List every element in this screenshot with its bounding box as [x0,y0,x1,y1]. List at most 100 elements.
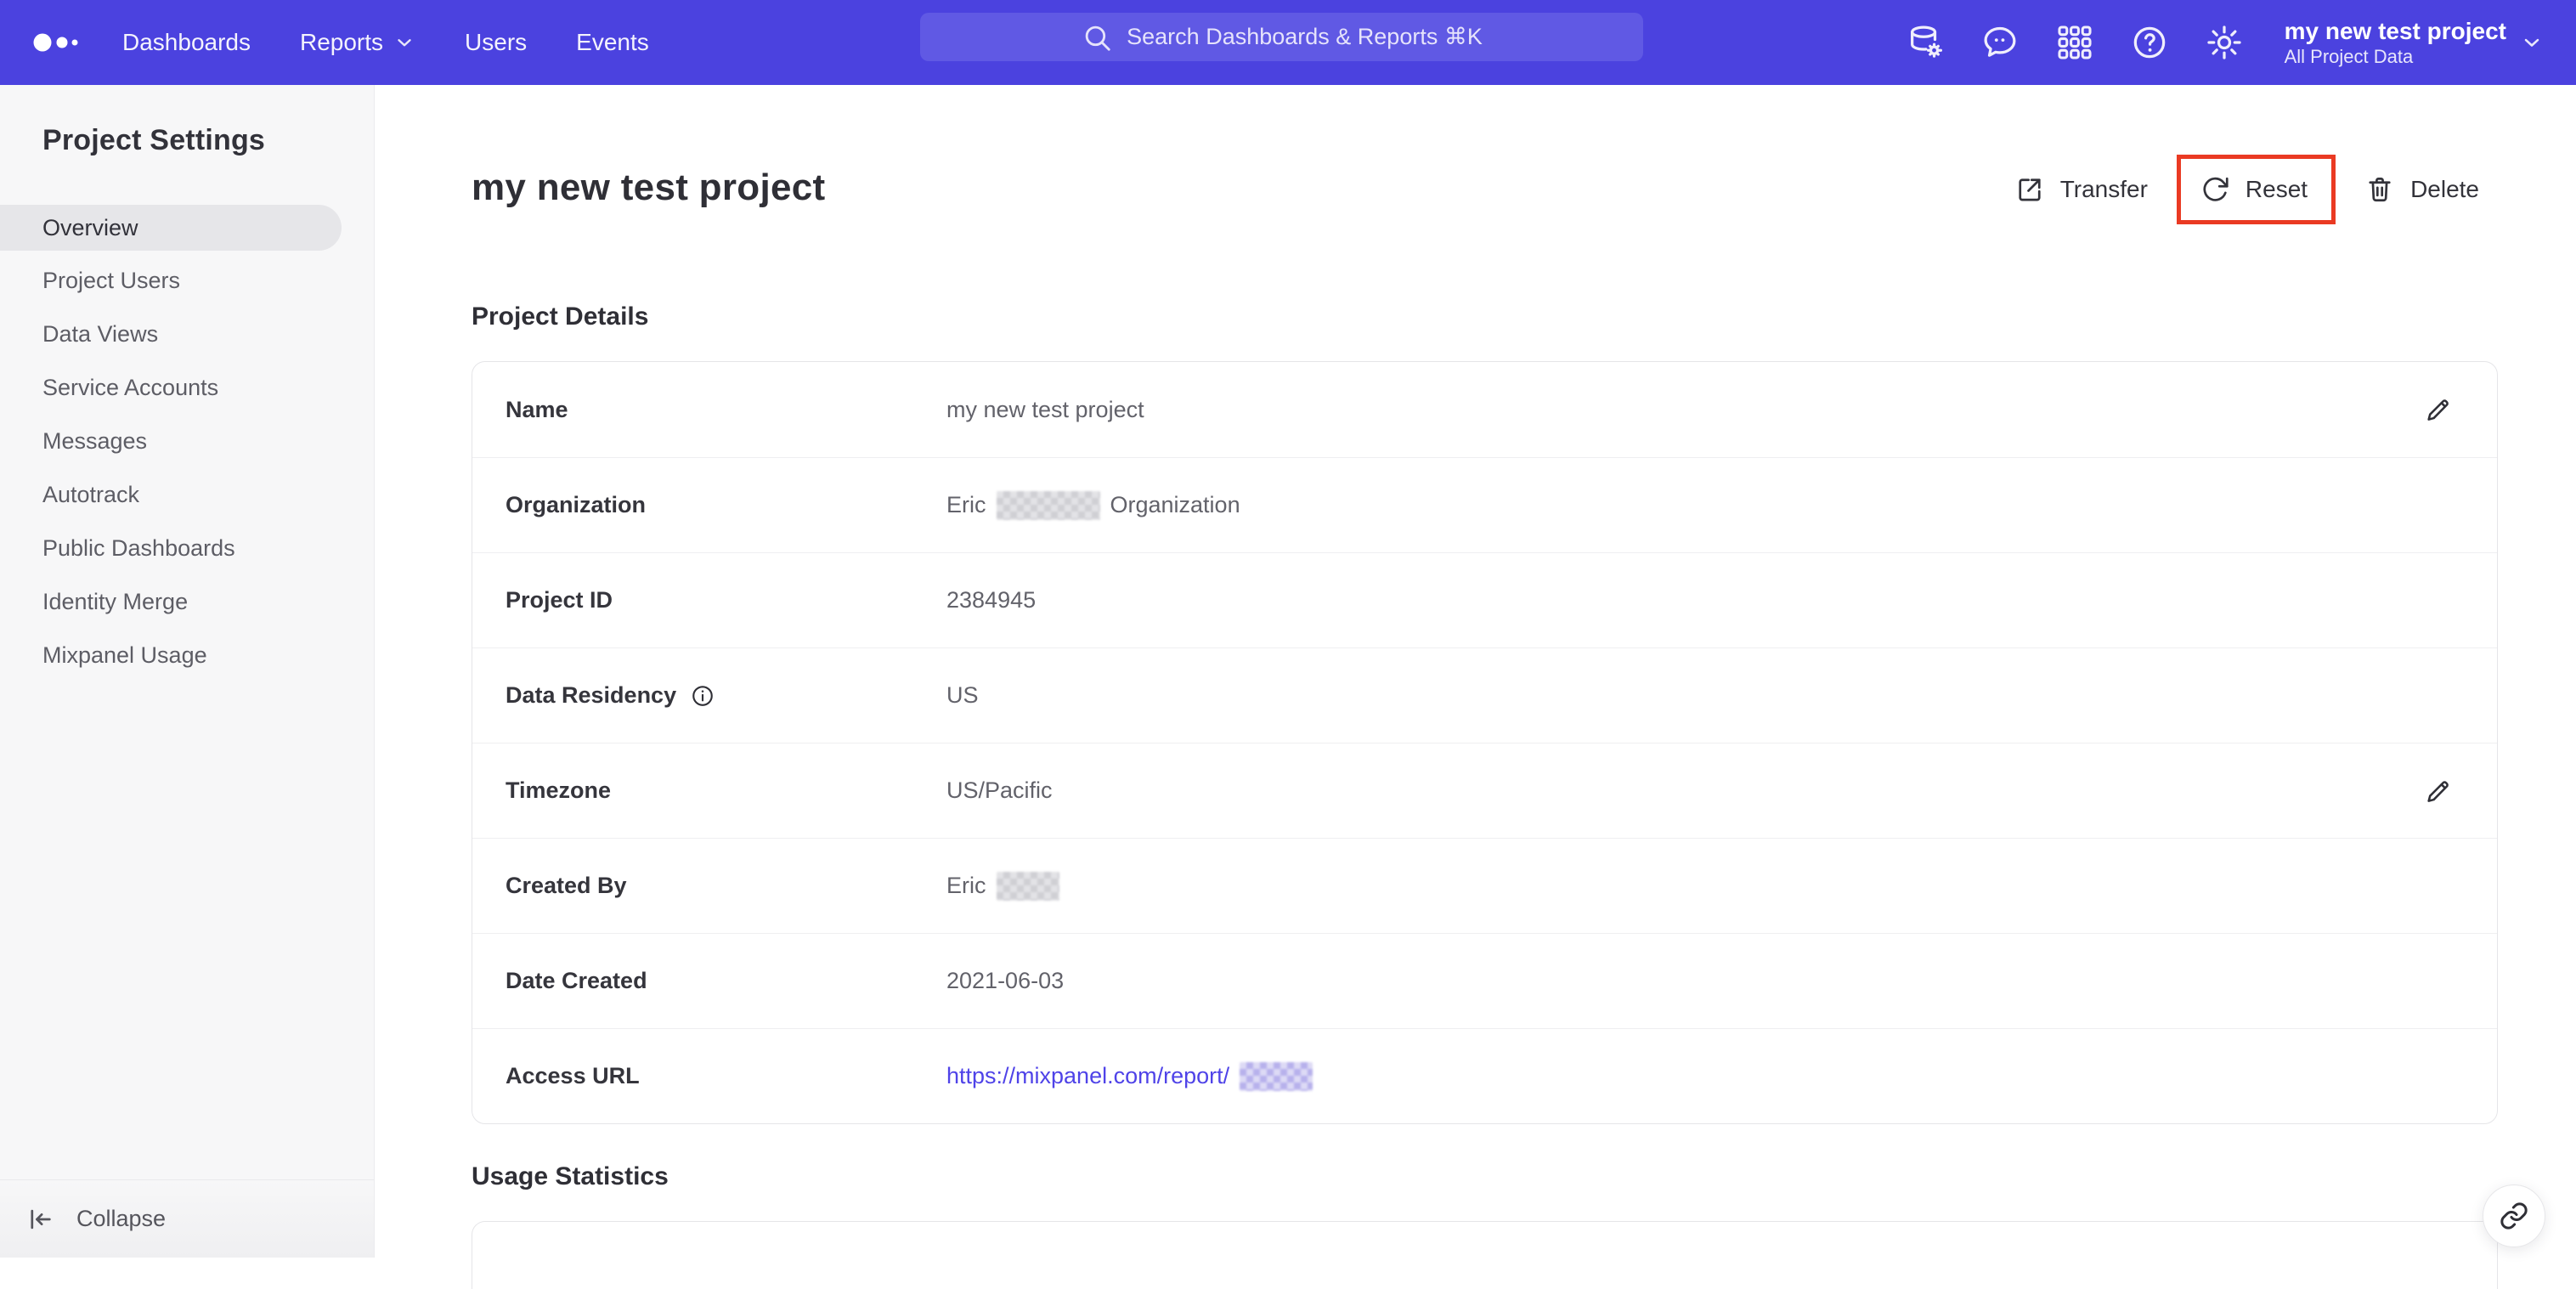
sidebar-item-label: Public Dashboards [42,535,235,561]
detail-value: 2021-06-03 [946,968,1065,993]
nav-item-dashboards[interactable]: Dashboards [122,29,251,56]
project-actions: Transfer Reset Delete [2014,155,2479,224]
sidebar-title: Project Settings [42,124,266,156]
delete-button[interactable]: Delete [2364,174,2479,205]
info-icon[interactable] [690,683,715,709]
detail-label: Data Residency [472,682,946,709]
detail-row-access-url: Access URL https://mixpanel.com/report/ [472,1028,2497,1123]
sidebar-item-label: Overview [42,214,138,240]
apps-grid-icon[interactable] [2055,23,2094,62]
project-details-card: Name my new test project Organization Er… [472,361,2498,1124]
detail-label: Created By [506,873,627,898]
detail-row-project-id: Project ID 2384945 [472,552,2497,647]
sidebar-item-overview[interactable]: Overview [0,205,342,251]
pencil-icon [2427,780,2449,802]
sidebar-item-label: Data Views [42,321,159,347]
sidebar-collapse-button[interactable]: Collapse [0,1179,374,1258]
detail-value: US/Pacific [946,777,1053,803]
primary-nav: Dashboards Reports Users Events [122,29,649,56]
sidebar-item-service-accounts[interactable]: Service Accounts [0,361,374,415]
redacted-text [996,490,1100,520]
detail-label: Timezone [506,777,612,803]
sidebar-item-label: Mixpanel Usage [42,642,207,668]
chevron-down-icon [398,39,411,47]
redacted-text [1240,1061,1313,1091]
sidebar-item-data-views[interactable]: Data Views [0,308,374,361]
sidebar-item-label: Messages [42,428,148,454]
detail-label: Project ID [506,587,613,613]
sidebar-item-label: Identity Merge [42,589,189,614]
value-suffix: Organization [1110,492,1240,517]
sidebar-item-public-dashboards[interactable]: Public Dashboards [0,522,374,575]
pencil-icon [2427,399,2449,421]
sidebar-item-autotrack[interactable]: Autotrack [0,468,374,522]
nav-item-label: Reports [299,29,384,55]
detail-row-data-residency: Data Residency US [472,647,2497,743]
current-project-scope: All Project Data [2284,45,2414,67]
messages-icon[interactable] [1980,23,2020,62]
sidebar-item-label: Service Accounts [42,375,219,400]
access-url-link[interactable]: https://mixpanel.com/report/ [946,1061,1313,1091]
logo-dots-icon [33,33,78,52]
reset-button[interactable]: Reset [2200,174,2308,205]
trash-icon [2369,178,2391,202]
project-switcher[interactable]: my new test project All Project Data [2285,17,2544,68]
sidebar-item-label: Autotrack [42,482,140,507]
mixpanel-logo-dots[interactable] [0,23,88,62]
collapse-label: Collapse [76,1206,167,1231]
detail-label: Organization [506,492,647,517]
top-nav: Dashboards Reports Users Events Search D… [0,0,2576,85]
search-icon [1085,25,1110,51]
delete-label: Delete [2410,176,2479,202]
help-icon[interactable] [2130,23,2169,62]
data-management-icon[interactable] [1906,23,1945,62]
transfer-label: Transfer [2059,176,2148,202]
transfer-external-icon [2019,178,2041,201]
sidebar-nav: Overview Project Users Data Views Servic… [0,205,374,682]
page-title: my new test project [472,167,826,208]
detail-label: Date Created [506,968,647,993]
usage-statistics-card [472,1221,2498,1289]
sidebar-item-project-users[interactable]: Project Users [0,254,374,308]
search-placeholder: Search Dashboards & Reports ⌘K [1127,24,1483,49]
detail-row-date-created: Date Created 2021-06-03 [472,933,2497,1028]
copy-link-button[interactable] [2483,1184,2545,1247]
value-prefix: Eric [946,492,986,517]
edit-timezone-button[interactable] [2424,777,2453,806]
details-section-heading: Project Details [472,302,649,331]
detail-value: https://mixpanel.com/report/ [946,1061,1313,1091]
nav-item-reports[interactable]: Reports [300,29,415,56]
detail-value: my new test project [946,396,1144,422]
top-nav-right: my new test project All Project Data [1906,0,2544,85]
redacted-text [996,871,1059,901]
detail-value: Eric [946,871,1059,901]
collapse-icon [31,1209,51,1229]
nav-item-label: Events [576,29,649,55]
sidebar-item-messages[interactable]: Messages [0,415,374,468]
nav-item-label: Dashboards [122,29,251,55]
nav-item-events[interactable]: Events [576,29,649,56]
edit-name-button[interactable] [2424,395,2453,424]
reset-refresh-icon [2203,177,2229,201]
detail-label: Access URL [506,1063,640,1088]
chevron-down-icon [2524,38,2539,47]
project-switcher-text: my new test project All Project Data [2285,17,2506,68]
nav-item-label: Users [465,29,528,55]
reset-label: Reset [2245,176,2308,202]
detail-label-text: Data Residency [506,682,677,708]
sidebar-item-label: Project Users [42,268,181,293]
transfer-button[interactable]: Transfer [2014,174,2148,205]
usage-section-heading: Usage Statistics [472,1162,669,1190]
detail-value: Eric Organization [946,490,1240,520]
sidebar-item-mixpanel-usage[interactable]: Mixpanel Usage [0,629,374,682]
search-input[interactable]: Search Dashboards & Reports ⌘K [920,13,1643,61]
detail-row-name: Name my new test project [472,362,2497,457]
detail-row-organization: Organization Eric Organization [472,457,2497,552]
settings-gear-icon[interactable] [2205,23,2244,62]
detail-row-timezone: Timezone US/Pacific [472,743,2497,838]
sidebar-item-identity-merge[interactable]: Identity Merge [0,575,374,629]
annotation-highlight-box: Reset [2176,155,2336,224]
detail-row-created-by: Created By Eric [472,838,2497,933]
settings-sidebar: Project Settings Overview Project Users … [0,85,375,1258]
nav-item-users[interactable]: Users [465,29,527,56]
